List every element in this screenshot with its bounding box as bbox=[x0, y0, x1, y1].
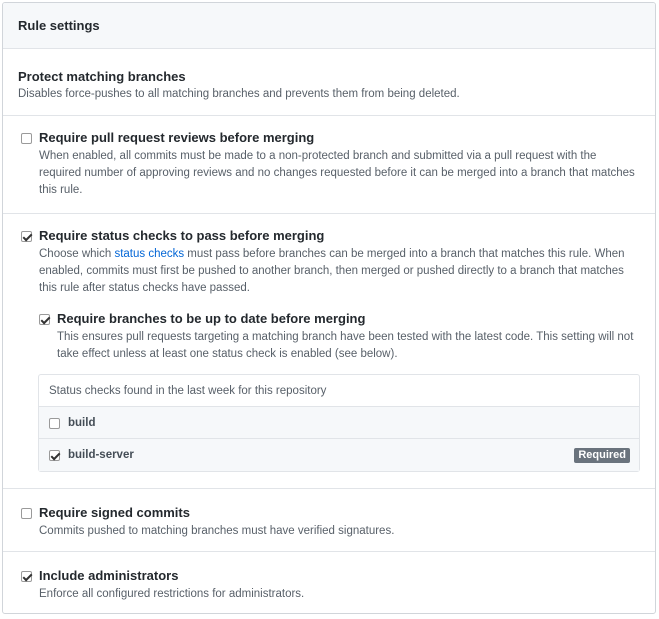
signed-commits-label[interactable]: Require signed commits bbox=[39, 504, 640, 522]
status-check-row-build-server[interactable]: build-server Required bbox=[39, 439, 639, 471]
status-check-row-build[interactable]: build bbox=[39, 407, 639, 439]
include-admins-checkbox[interactable] bbox=[21, 571, 32, 582]
require-reviews-checkbox[interactable] bbox=[21, 133, 32, 144]
status-checks-label[interactable]: Require status checks to pass before mer… bbox=[39, 227, 640, 245]
up-to-date-description: This ensures pull requests targeting a m… bbox=[57, 331, 634, 360]
status-check-build-label[interactable]: build bbox=[68, 415, 95, 431]
include-admins-description: Enforce all configured restrictions for … bbox=[39, 588, 305, 600]
signed-commits-option: Require signed commits Commits pushed to… bbox=[3, 489, 655, 552]
protect-description: Disables force-pushes to all matching br… bbox=[18, 88, 460, 100]
required-badge: Required bbox=[574, 448, 630, 463]
protect-title: Protect matching branches bbox=[18, 69, 186, 84]
panel-title: Rule settings bbox=[18, 18, 100, 33]
status-check-build-checkbox[interactable] bbox=[49, 418, 60, 429]
require-reviews-label[interactable]: Require pull request reviews before merg… bbox=[39, 129, 640, 147]
rule-settings-panel: Rule settings Protect matching branches … bbox=[2, 2, 656, 614]
status-check-build-server-checkbox[interactable] bbox=[49, 450, 60, 461]
panel-header: Rule settings bbox=[3, 3, 655, 49]
status-checks-list-header: Status checks found in the last week for… bbox=[39, 375, 639, 407]
status-checks-checkbox[interactable] bbox=[21, 231, 32, 242]
signed-commits-description: Commits pushed to matching branches must… bbox=[39, 525, 395, 537]
status-checks-link[interactable]: status checks bbox=[114, 248, 184, 260]
include-admins-option: Include administrators Enforce all confi… bbox=[3, 552, 655, 603]
up-to-date-option: Require branches to be up to date before… bbox=[39, 310, 640, 363]
require-reviews-description: When enabled, all commits must be made t… bbox=[39, 150, 635, 196]
require-reviews-option: Require pull request reviews before merg… bbox=[3, 116, 655, 214]
protect-section: Protect matching branches Disables force… bbox=[3, 49, 655, 116]
signed-commits-checkbox[interactable] bbox=[21, 508, 32, 519]
status-checks-description: Choose which status checks must pass bef… bbox=[39, 248, 625, 294]
status-checks-list: Status checks found in the last week for… bbox=[38, 374, 640, 472]
include-admins-label[interactable]: Include administrators bbox=[39, 567, 640, 585]
status-check-build-server-label[interactable]: build-server bbox=[68, 447, 134, 463]
up-to-date-checkbox[interactable] bbox=[39, 314, 50, 325]
up-to-date-label[interactable]: Require branches to be up to date before… bbox=[57, 310, 640, 328]
